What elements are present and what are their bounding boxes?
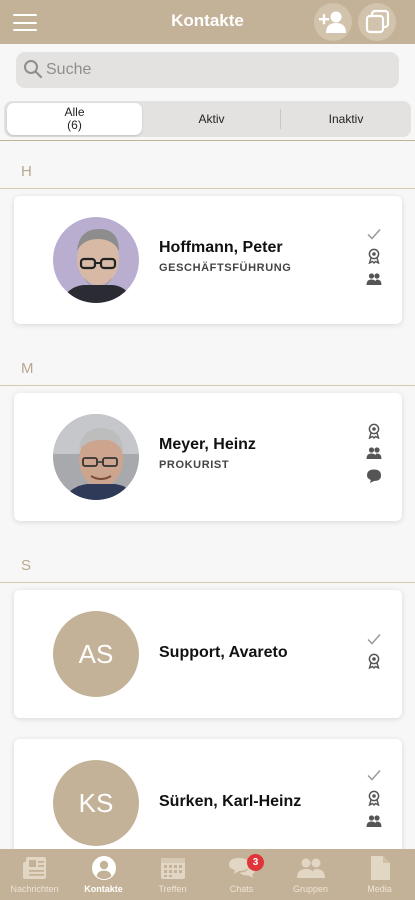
tab-label: Treffen: [158, 884, 187, 894]
check-icon: [367, 229, 381, 240]
chat-icon: [367, 469, 381, 483]
group-icon: [366, 447, 382, 459]
tab-kontakte[interactable]: Kontakte: [69, 849, 138, 900]
avatar-initials: KS: [53, 760, 139, 846]
divider: [0, 582, 415, 583]
tab-label: Kontakte: [84, 884, 123, 894]
award-icon: [368, 248, 380, 264]
filter-inactive[interactable]: Inaktiv: [281, 101, 411, 137]
contact-card-support[interactable]: AS Support, Avareto: [14, 590, 402, 718]
section-header-s: S: [21, 557, 32, 574]
contact-name: Support, Avareto: [159, 644, 288, 661]
search-icon: [24, 60, 43, 79]
tab-label: Chats: [229, 884, 254, 894]
section-header-m: M: [21, 360, 34, 377]
top-bar: Kontakte: [0, 0, 415, 44]
divider: [0, 385, 415, 386]
filter-active-label: Aktiv: [198, 111, 225, 126]
unread-badge: 3: [247, 854, 264, 871]
tab-label: Media: [367, 884, 392, 894]
search-placeholder: Suche: [46, 61, 92, 78]
filter-active[interactable]: Aktiv: [144, 101, 279, 137]
filter-all-count: (6): [67, 118, 82, 132]
newspaper-icon: [22, 857, 46, 879]
filter-all[interactable]: Alle (6): [7, 103, 142, 135]
contact-card-suerken[interactable]: KS Sürken, Karl-Heinz: [14, 739, 402, 867]
add-contact-button[interactable]: [314, 3, 352, 41]
contact-card-meyer[interactable]: Meyer, Heinz PROKURIST: [14, 393, 402, 521]
page-title: Kontakte: [171, 11, 244, 30]
add-person-icon: [319, 11, 346, 33]
check-icon: [367, 770, 381, 781]
section-header-h: H: [21, 163, 32, 180]
tab-label: Gruppen: [292, 884, 329, 894]
award-icon: [368, 423, 380, 439]
divider: [0, 140, 415, 141]
check-icon: [367, 634, 381, 645]
contact-card-hoffmann[interactable]: Hoffmann, Peter GESCHÄFTSFÜHRUNG: [14, 196, 402, 324]
status-filter: Alle (6) Aktiv Inaktiv: [4, 101, 411, 137]
avatar-photo: [53, 414, 139, 500]
divider: [0, 188, 415, 189]
tab-nachrichten[interactable]: Nachrichten: [0, 849, 69, 900]
contact-name: Meyer, Heinz: [159, 436, 256, 453]
filter-inactive-label: Inaktiv: [328, 111, 364, 126]
tab-gruppen[interactable]: Gruppen: [276, 849, 345, 900]
calendar-icon: [160, 858, 185, 879]
bottom-tab-bar: Nachrichten Kontakte Treffen 3 Chats Gru…: [0, 849, 415, 900]
tab-chats[interactable]: 3 Chats: [207, 849, 276, 900]
award-icon: [368, 653, 380, 669]
group-icon: [366, 815, 382, 827]
avatar: [53, 414, 139, 500]
tab-label: Nachrichten: [10, 884, 59, 894]
document-icon: [370, 856, 390, 880]
contact-name: Hoffmann, Peter: [159, 239, 283, 256]
avatar-photo: [53, 217, 139, 303]
tab-media[interactable]: Media: [345, 849, 414, 900]
avatar-initials: AS: [53, 611, 139, 697]
avatar: [53, 217, 139, 303]
tab-treffen[interactable]: Treffen: [138, 849, 207, 900]
search-input[interactable]: Suche: [16, 52, 399, 88]
contact-role: PROKURIST: [159, 459, 230, 471]
contact-name: Sürken, Karl-Heinz: [159, 793, 302, 810]
multi-select-button[interactable]: [358, 3, 396, 41]
award-icon: [368, 790, 380, 806]
copy-icon: [365, 9, 390, 34]
group-icon: [366, 273, 382, 285]
groups-icon: [296, 858, 325, 878]
contact-icon: [91, 856, 116, 880]
contact-role: GESCHÄFTSFÜHRUNG: [159, 262, 292, 274]
